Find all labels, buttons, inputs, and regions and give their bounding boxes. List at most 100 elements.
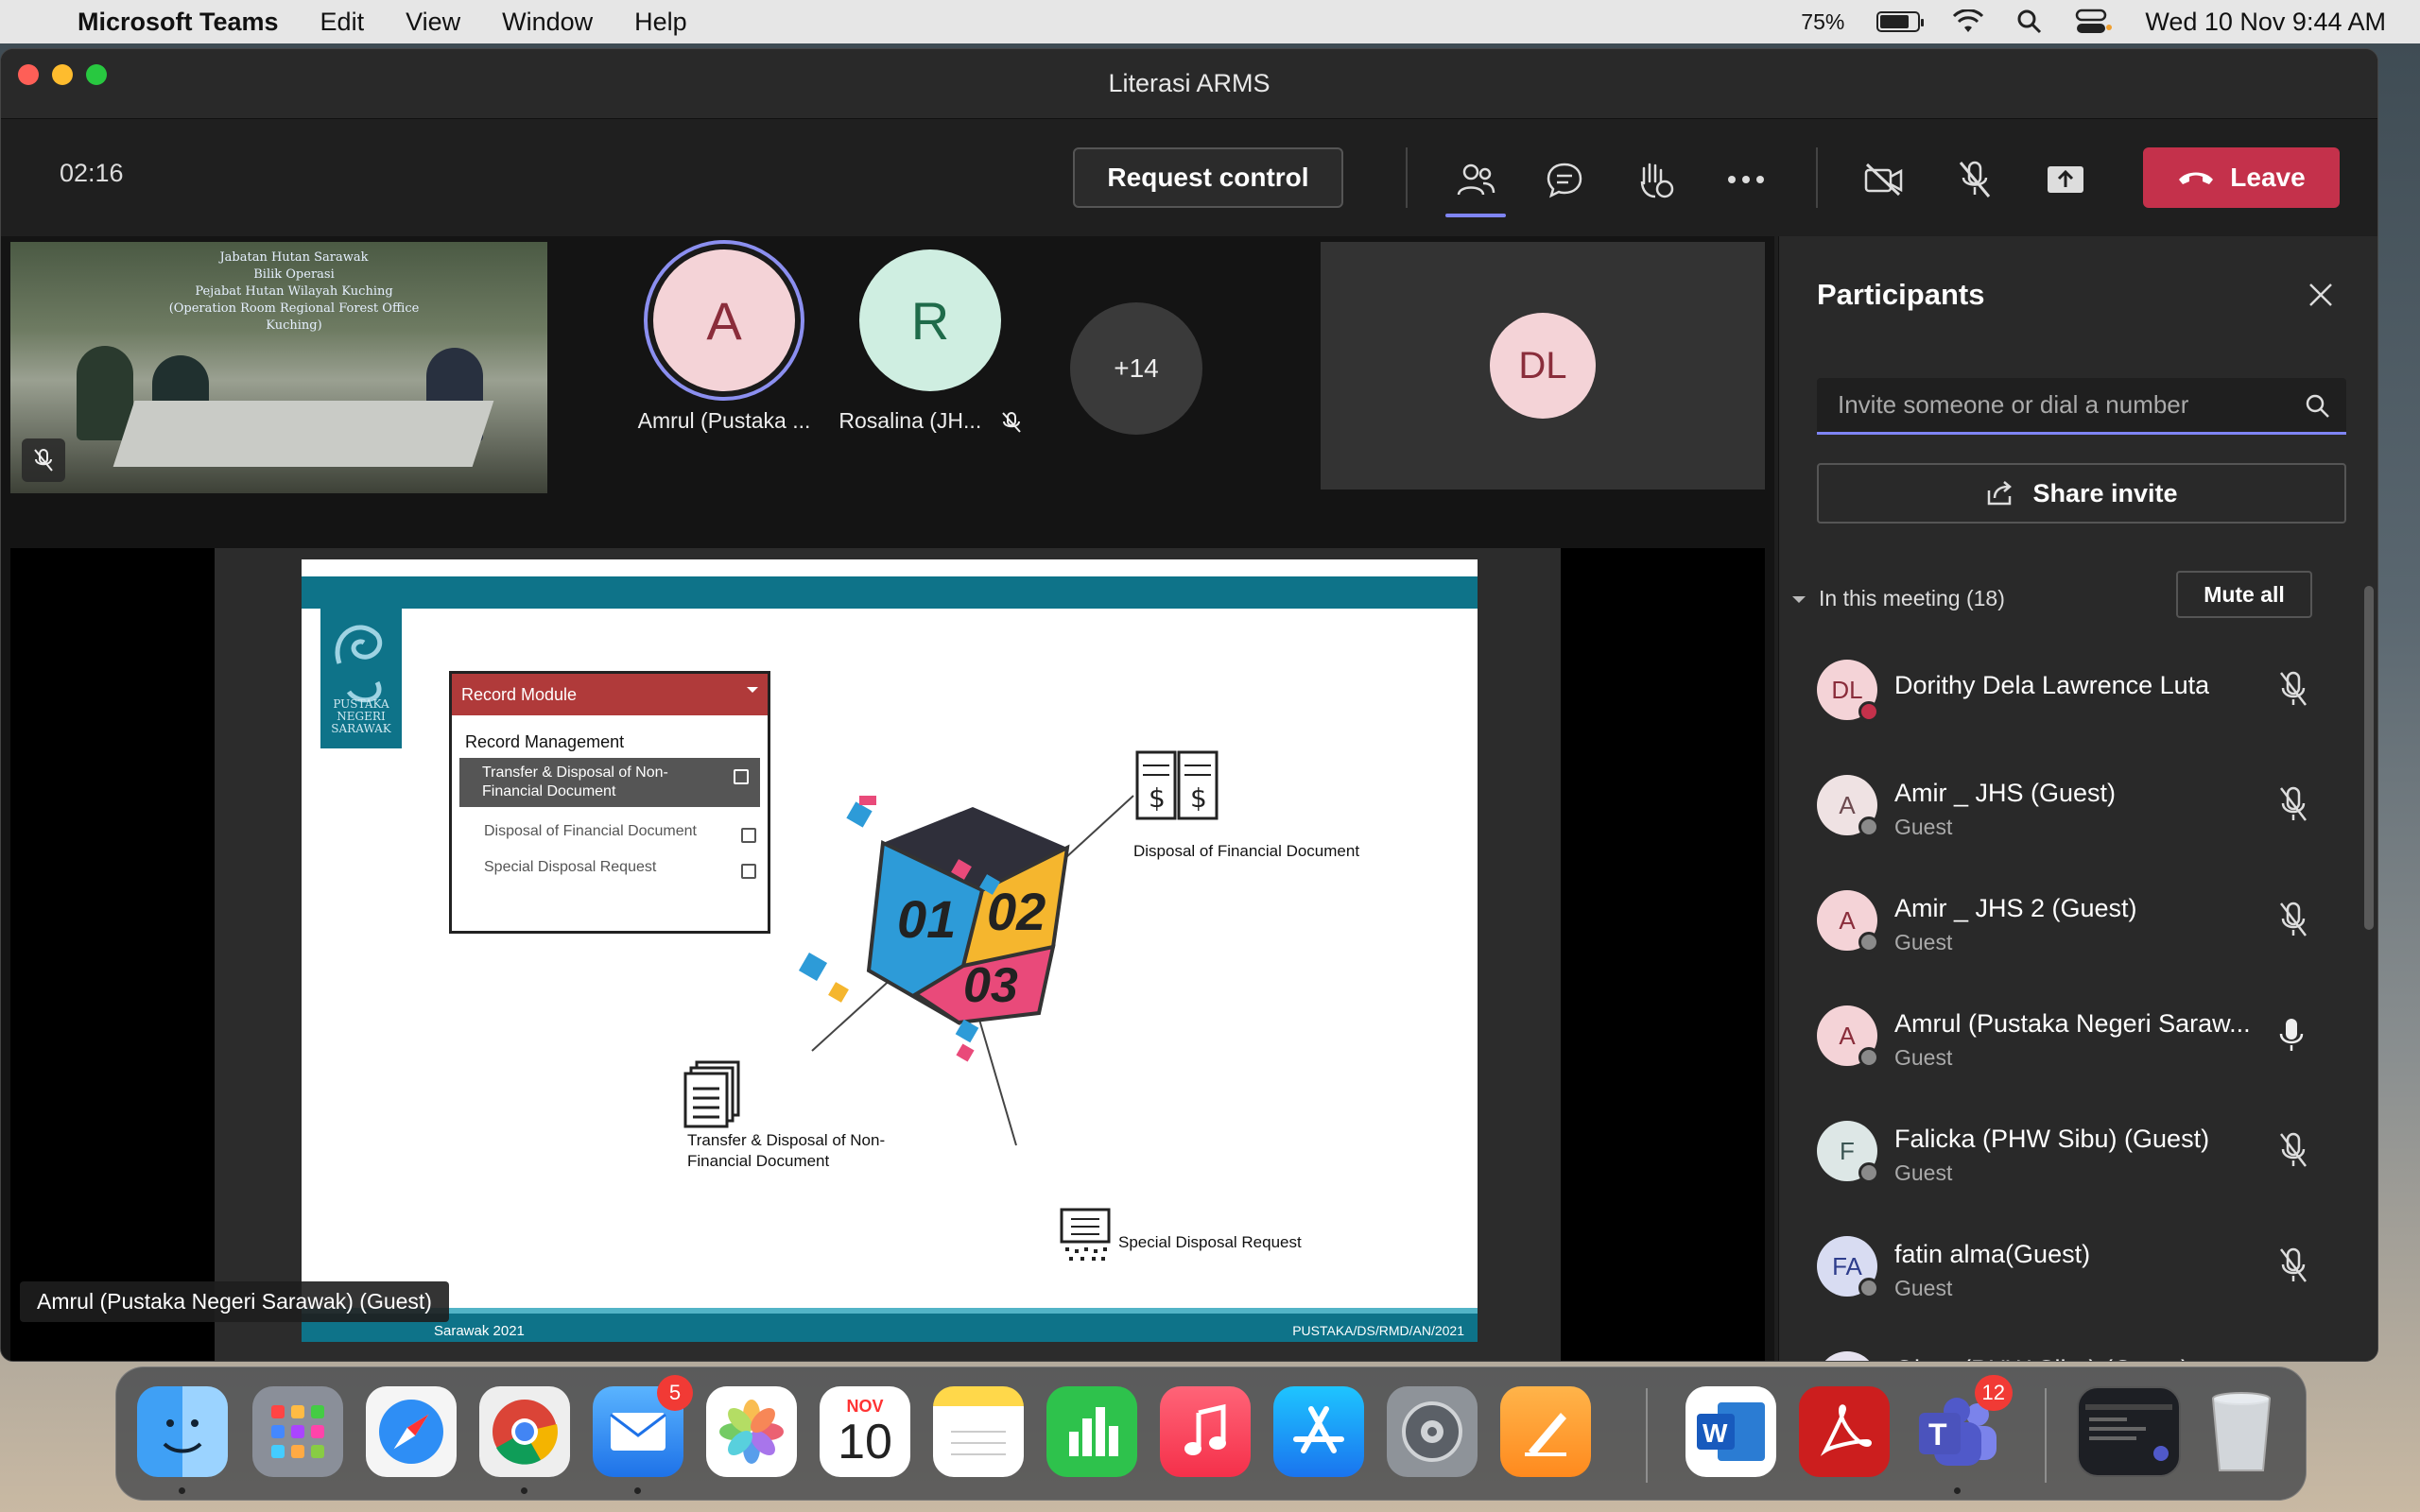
participant-tile[interactable]: R Rosalina (JH... bbox=[831, 249, 1029, 434]
chat-button[interactable] bbox=[1538, 153, 1591, 206]
pages-icon[interactable] bbox=[1500, 1386, 1591, 1477]
participant-row[interactable]: F Falicka (PHW Sibu) (Guest) Guest bbox=[1817, 1113, 2327, 1208]
dock: 5 NOV 10 W T 12 bbox=[115, 1366, 2307, 1501]
participants-button[interactable] bbox=[1445, 153, 1506, 217]
mic-off-icon[interactable] bbox=[2278, 786, 2308, 827]
svg-text:$: $ bbox=[1149, 782, 1166, 814]
share-invite-button[interactable]: Share invite bbox=[1817, 463, 2346, 524]
minimized-window-thumbnail[interactable] bbox=[2077, 1386, 2181, 1477]
share-content-button[interactable] bbox=[2039, 153, 2092, 206]
camera-toggle-button[interactable] bbox=[1858, 153, 1910, 206]
mic-off-icon[interactable] bbox=[2278, 1132, 2308, 1173]
reactions-button[interactable] bbox=[1629, 153, 1682, 206]
presence-status-icon bbox=[1858, 932, 1879, 953]
participant-row[interactable]: DL Dorithy Dela Lawrence Luta bbox=[1817, 652, 2327, 747]
scrollbar[interactable] bbox=[2364, 586, 2374, 930]
participant-row[interactable]: A Amir _ JHS (Guest) Guest bbox=[1817, 767, 2327, 862]
mic-on-icon[interactable] bbox=[2278, 1017, 2305, 1057]
video-tile-room[interactable]: Jabatan Hutan Sarawak Bilik Operasi Peja… bbox=[10, 242, 547, 493]
spotlight-search-icon[interactable] bbox=[2016, 9, 2043, 35]
menu-item-label: Transfer & Disposal of Non-Financial Doc… bbox=[482, 765, 668, 799]
more-dots-icon bbox=[1728, 176, 1764, 183]
calendar-day: 10 bbox=[838, 1414, 892, 1469]
music-icon[interactable] bbox=[1160, 1386, 1251, 1477]
app-menu[interactable]: Microsoft Teams bbox=[78, 8, 279, 37]
external-link-icon bbox=[741, 828, 756, 843]
window-title: Literasi ARMS bbox=[1108, 69, 1270, 97]
slide-footer-left: Sarawak 2021 bbox=[434, 1323, 525, 1339]
mute-all-button[interactable]: Mute all bbox=[2176, 571, 2312, 618]
close-window-button[interactable] bbox=[18, 64, 39, 85]
minimize-window-button[interactable] bbox=[52, 64, 73, 85]
presentation-slide: PUSTAKA NEGERI SARAWAK Record Module Rec… bbox=[302, 559, 1478, 1342]
acrobat-icon[interactable] bbox=[1799, 1386, 1890, 1477]
menu-window[interactable]: Window bbox=[502, 8, 593, 37]
camera-off-icon bbox=[1864, 163, 1903, 197]
invite-input[interactable] bbox=[1817, 378, 2346, 432]
trash-icon[interactable] bbox=[2196, 1386, 2287, 1477]
mail-icon[interactable]: 5 bbox=[593, 1375, 693, 1494]
finder-icon[interactable] bbox=[137, 1386, 228, 1494]
decor-cube bbox=[798, 952, 828, 982]
shared-screen[interactable]: PUSTAKA NEGERI SARAWAK Record Module Rec… bbox=[10, 548, 1765, 1361]
participant-name: Dorithy Dela Lawrence Luta bbox=[1894, 671, 2210, 699]
system-preferences-icon[interactable] bbox=[1387, 1386, 1478, 1477]
menu-edit[interactable]: Edit bbox=[320, 8, 365, 37]
teams-icon[interactable]: T 12 bbox=[1912, 1375, 2013, 1494]
decor-cube bbox=[828, 982, 849, 1003]
meeting-toolbar: 02:16 Request control Leave bbox=[1, 119, 2377, 234]
menu-item-transfer-disposal: Transfer & Disposal of Non-Financial Doc… bbox=[459, 758, 760, 807]
raise-hand-icon bbox=[1640, 163, 1674, 198]
search-icon[interactable] bbox=[2305, 393, 2331, 420]
calendar-icon[interactable]: NOV 10 bbox=[820, 1386, 910, 1477]
conference-table bbox=[112, 401, 494, 467]
record-module-title: Record Module bbox=[461, 684, 578, 704]
request-control-button[interactable]: Request control bbox=[1073, 147, 1343, 208]
logo-text: PUSTAKA NEGERI SARAWAK bbox=[331, 697, 391, 735]
participant-row[interactable]: A Amir _ JHS 2 (Guest) Guest bbox=[1817, 883, 2327, 977]
participant-tile[interactable]: A Amrul (Pustaka ... bbox=[625, 249, 823, 434]
title-bar: Literasi ARMS bbox=[1, 49, 2377, 119]
dock-separator bbox=[2045, 1388, 2047, 1483]
menu-view[interactable]: View bbox=[406, 8, 460, 37]
mic-off-icon[interactable] bbox=[2278, 1247, 2308, 1288]
word-icon[interactable]: W bbox=[1685, 1386, 1776, 1477]
app-store-icon[interactable] bbox=[1273, 1386, 1364, 1477]
battery-icon[interactable] bbox=[1876, 11, 1925, 32]
menu-help[interactable]: Help bbox=[634, 8, 687, 37]
photos-icon[interactable] bbox=[706, 1386, 797, 1477]
participant-role: Guest bbox=[1894, 930, 1953, 954]
safari-icon[interactable] bbox=[366, 1386, 457, 1477]
close-icon[interactable] bbox=[2308, 282, 2334, 308]
participant-row[interactable]: GGima (PHW Sibu) (Guest)Guest bbox=[1817, 1344, 2327, 1361]
fullscreen-window-button[interactable] bbox=[86, 64, 107, 85]
mic-off-icon bbox=[1001, 411, 1021, 433]
notes-icon[interactable] bbox=[933, 1386, 1024, 1477]
participant-tile-dl[interactable]: DL bbox=[1321, 242, 1765, 490]
leave-button[interactable]: Leave bbox=[2143, 147, 2340, 208]
mic-toggle-button[interactable] bbox=[1948, 153, 2001, 206]
shredder-icon bbox=[1060, 1208, 1111, 1261]
more-participants-tile[interactable]: +14 bbox=[1037, 302, 1236, 435]
speaker-caption: Amrul (Pustaka Negeri Sarawak) (Guest) bbox=[20, 1281, 449, 1322]
participant-row[interactable]: A Amrul (Pustaka Negeri Saraw... Guest bbox=[1817, 998, 2327, 1092]
participant-role: Guest bbox=[1894, 815, 1953, 839]
control-center-icon[interactable] bbox=[2075, 9, 2113, 35]
menu-item-label: Special Disposal Request bbox=[484, 859, 657, 875]
wifi-icon[interactable] bbox=[1952, 9, 1984, 34]
mic-off-icon[interactable] bbox=[2278, 902, 2308, 942]
more-actions-button[interactable] bbox=[1720, 153, 1772, 206]
participant-name: Amrul (Pustaka Negeri Saraw... bbox=[1894, 1009, 2251, 1038]
chrome-icon[interactable] bbox=[479, 1386, 570, 1494]
mic-off-icon[interactable] bbox=[2278, 671, 2308, 712]
launchpad-icon[interactable] bbox=[252, 1386, 343, 1477]
clock[interactable]: Wed 10 Nov 9:44 AM bbox=[2145, 8, 2386, 37]
connector-line bbox=[977, 1012, 1017, 1146]
svg-text:T: T bbox=[1928, 1418, 1947, 1452]
participant-row[interactable]: FA fatin alma(Guest) Guest bbox=[1817, 1228, 2327, 1323]
presence-status-icon bbox=[1858, 701, 1879, 722]
chevron-down-icon bbox=[1792, 595, 1806, 610]
numbers-icon[interactable] bbox=[1046, 1386, 1137, 1477]
svg-text:W: W bbox=[1703, 1418, 1728, 1448]
in-meeting-section-header[interactable]: In this meeting (18) bbox=[1792, 586, 2005, 611]
